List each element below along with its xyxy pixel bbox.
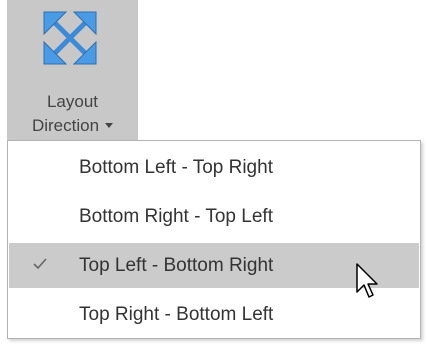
expand-arrows-icon [43, 11, 97, 65]
menu-item-label: Bottom Right - Top Left [79, 206, 273, 227]
menu-item-label: Bottom Left - Top Right [79, 157, 273, 178]
layout-direction-menu: Bottom Left - Top Right Bottom Right - T… [7, 140, 421, 339]
layout-direction-label-line1: Layout [46, 92, 99, 111]
menu-item-label: Top Right - Bottom Left [79, 304, 274, 325]
menu-item-bottom-left-top-right[interactable]: Bottom Left - Top Right [9, 145, 419, 190]
layout-direction-label-text: Direction [31, 116, 100, 135]
dropdown-caret-icon [105, 123, 114, 128]
mouse-pointer-icon [356, 263, 378, 298]
layout-direction-button[interactable]: Layout Direction [7, 0, 138, 140]
checkmark-icon [33, 258, 47, 270]
layout-direction-label-line2: Direction [7, 115, 138, 137]
menu-item-label: Top Left - Bottom Right [79, 255, 274, 276]
menu-item-bottom-right-top-left[interactable]: Bottom Right - Top Left [9, 194, 419, 239]
